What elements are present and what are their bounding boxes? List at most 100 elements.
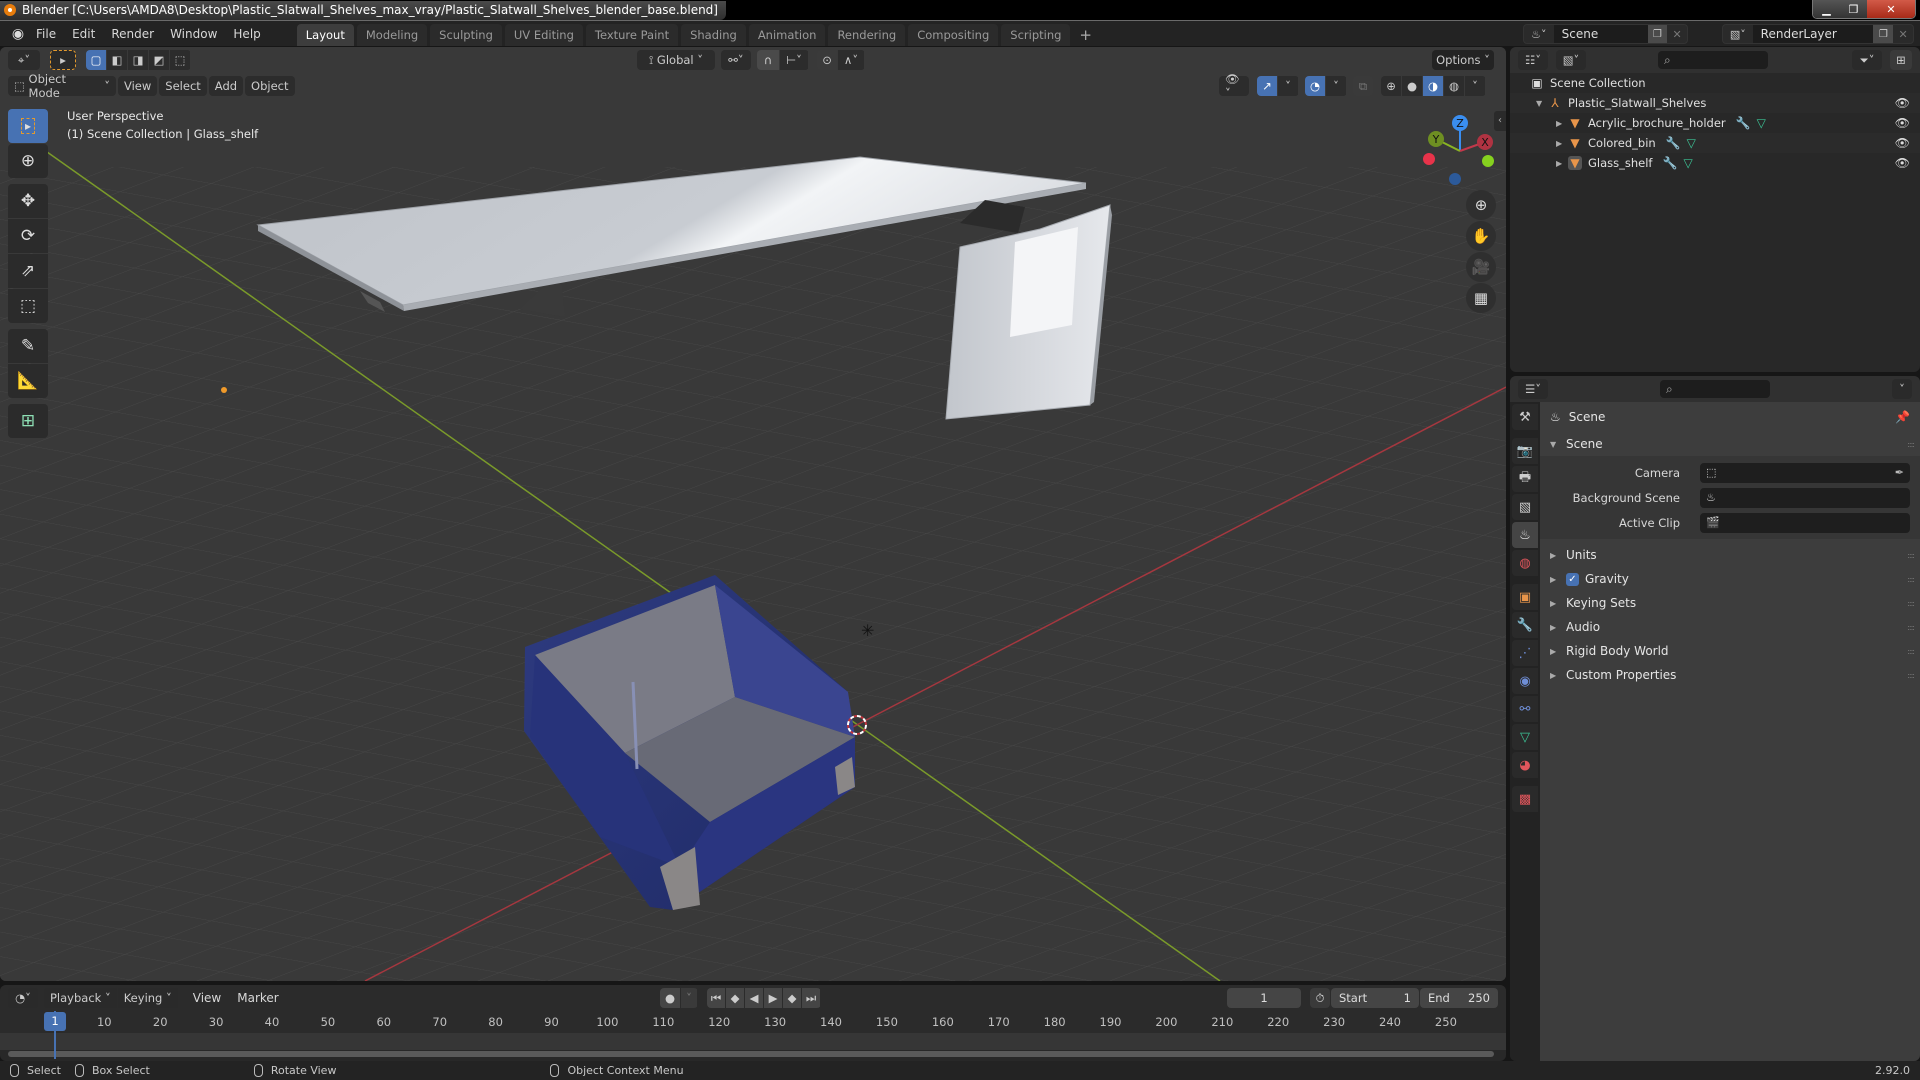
gravity-checkbox[interactable]: ✓ — [1566, 572, 1579, 586]
panel-custom-properties-header[interactable]: ▶ Custom Properties :::: — [1540, 663, 1920, 687]
timeline-editor-type-icon[interactable]: ◔˅ — [8, 988, 38, 1008]
expand-triangle-icon[interactable]: ▼ — [1536, 99, 1548, 108]
select-mode-invert-icon[interactable]: ◩ — [149, 50, 169, 70]
shading-rendered-icon[interactable]: ◍ — [1444, 76, 1464, 96]
tab-texture-icon[interactable]: ▩ — [1512, 786, 1538, 812]
modifier-wrench-icon[interactable]: 🔧 — [1736, 116, 1751, 130]
gizmo-neg-x[interactable] — [1423, 153, 1435, 165]
shading-wireframe-icon[interactable]: ⊕ — [1381, 76, 1401, 96]
outliner-object-row[interactable]: ▶ ▼ Colored_bin 🔧 ▽ 👁 — [1510, 133, 1920, 153]
tab-output-icon[interactable]: 🖶 — [1512, 466, 1538, 492]
visibility-eye-icon[interactable]: 👁 — [1895, 136, 1910, 150]
expand-triangle-icon[interactable]: ▶ — [1556, 159, 1568, 168]
menu-render[interactable]: Render — [103, 22, 162, 46]
editor-type-button[interactable]: ⌖˅ — [8, 50, 40, 70]
drag-grip-icon[interactable]: :::: — [1907, 647, 1915, 656]
transform-orientation-dropdown[interactable]: ⟟ Global ˅ — [637, 50, 715, 70]
background-scene-field[interactable]: ♨ — [1700, 487, 1910, 508]
measure-tool-icon[interactable]: 📐 — [8, 364, 48, 398]
proportional-edit-icon[interactable]: ⊙ — [817, 50, 837, 70]
outliner-search-input[interactable]: ⌕ — [1658, 51, 1768, 69]
new-view-layer-icon[interactable]: ❐ — [1873, 25, 1894, 43]
gizmo-neg-z[interactable] — [1449, 173, 1461, 185]
tab-rendering[interactable]: Rendering — [828, 23, 906, 46]
transform-tool-icon[interactable]: ⬚ — [8, 289, 48, 323]
scene-name[interactable]: Scene — [1553, 25, 1648, 43]
pivot-point-dropdown[interactable]: ⚯˅ — [721, 50, 751, 70]
current-frame-field[interactable]: 1 — [1227, 988, 1301, 1008]
shading-solid-icon[interactable]: ● — [1402, 76, 1422, 96]
outliner-collection-row[interactable]: ▼ ⅄ Plastic_Slatwall_Shelves 👁 — [1510, 93, 1920, 113]
tab-scripting[interactable]: Scripting — [1001, 23, 1071, 46]
annotate-tool-icon[interactable]: ✎ — [8, 329, 48, 363]
eyedropper-icon[interactable]: ✒ — [1895, 466, 1904, 479]
camera-view-icon[interactable]: 🎥 — [1466, 252, 1496, 282]
tab-texture-paint[interactable]: Texture Paint — [585, 23, 679, 46]
menu-help[interactable]: Help — [225, 22, 268, 46]
outliner-scene-collection[interactable]: ▣ Scene Collection — [1510, 73, 1920, 93]
blender-logo-icon[interactable]: ◉ — [8, 24, 28, 44]
shading-material-preview-icon[interactable]: ◑ — [1423, 76, 1443, 96]
timeline-track[interactable] — [0, 1033, 1506, 1050]
tab-data-icon[interactable]: ▽ — [1512, 724, 1538, 750]
end-frame-field[interactable]: End 250 — [1420, 988, 1498, 1008]
viewport-menu-select[interactable]: Select — [159, 76, 207, 96]
viewport-menu-view[interactable]: View — [118, 76, 158, 96]
overlays-dropdown[interactable]: ˅ — [1326, 76, 1346, 96]
panel-gravity-header[interactable]: ▶ ✓ Gravity :::: — [1540, 567, 1920, 591]
visibility-dropdown[interactable]: 👁˅ — [1219, 72, 1249, 100]
preview-range-icon[interactable]: ⏱ — [1310, 988, 1330, 1008]
jump-to-prev-keyframe-icon[interactable]: ◆ — [726, 988, 744, 1008]
outliner-object-row[interactable]: ▶ ▼ Acrylic_brochure_holder 🔧 ▽ 👁 — [1510, 113, 1920, 133]
select-mode-intersect-icon[interactable]: ⬚ — [170, 50, 190, 70]
tab-layout[interactable]: Layout — [296, 23, 354, 46]
auto-keying-dropdown[interactable]: ˅ — [681, 988, 697, 1008]
gizmo-dropdown[interactable]: ˅ — [1278, 76, 1298, 96]
filter-dropdown[interactable]: ⏷˅ — [1852, 50, 1882, 70]
mesh-data-icon[interactable]: ▽ — [1683, 156, 1692, 170]
expand-triangle-icon[interactable]: ▶ — [1556, 139, 1568, 148]
gizmo-toggle-icon[interactable]: ↗ — [1257, 76, 1277, 96]
panel-audio-header[interactable]: ▶ Audio :::: — [1540, 615, 1920, 639]
scene-selector[interactable]: ♨˅ Scene ❐ ✕ — [1523, 24, 1688, 44]
jump-to-next-keyframe-icon[interactable]: ◆ — [783, 988, 801, 1008]
select-mode-new-icon[interactable]: ▢ — [86, 50, 106, 70]
play-reverse-icon[interactable]: ◀ — [745, 988, 763, 1008]
properties-search-input[interactable]: ⌕ — [1660, 380, 1770, 398]
visibility-eye-icon[interactable]: 👁 — [1895, 116, 1910, 130]
delete-scene-icon[interactable]: ✕ — [1667, 25, 1687, 43]
tab-animation[interactable]: Animation — [748, 23, 826, 46]
navigation-gizmo[interactable]: Z Y X — [1415, 109, 1505, 189]
sidebar-toggle-icon[interactable]: ‹ — [1494, 111, 1506, 131]
mesh-data-icon[interactable]: ▽ — [1687, 136, 1696, 150]
timeline-marker-menu[interactable]: Marker — [229, 986, 286, 1010]
new-collection-icon[interactable]: ⊞ — [1890, 50, 1912, 70]
view-layer-selector[interactable]: ▧˅ RenderLayer ❐ ✕ — [1722, 24, 1914, 44]
keying-menu[interactable]: Keying ˅ — [117, 988, 178, 1008]
properties-editor-type-icon[interactable]: ☰˅ — [1518, 379, 1548, 399]
jump-to-end-icon[interactable]: ⏭ — [802, 988, 820, 1008]
camera-field[interactable]: ⬚ ✒ — [1700, 462, 1910, 483]
tab-constraints-icon[interactable]: ⚯ — [1512, 696, 1538, 722]
tab-shading[interactable]: Shading — [681, 23, 746, 46]
pin-icon[interactable]: 📌 — [1895, 410, 1910, 424]
drag-grip-icon[interactable]: :::: — [1907, 575, 1915, 584]
tab-tool-icon[interactable]: ⚒ — [1512, 404, 1538, 430]
outliner-editor-type-icon[interactable]: ☷˅ — [1518, 50, 1548, 70]
view-layer-name[interactable]: RenderLayer — [1752, 25, 1874, 43]
visibility-eye-icon[interactable]: 👁 — [1895, 96, 1910, 110]
timeline-scrollbar[interactable] — [8, 1051, 1494, 1057]
snap-target-dropdown[interactable]: ⊢˅ — [780, 50, 808, 70]
mode-dropdown[interactable]: ⬚ Object Mode ˅ — [8, 72, 116, 100]
xray-toggle-icon[interactable]: ⧉ — [1353, 76, 1373, 96]
tab-modeling[interactable]: Modeling — [356, 23, 428, 46]
pan-view-icon[interactable]: ✋ — [1466, 221, 1496, 251]
select-mode-extend-icon[interactable]: ◧ — [107, 50, 127, 70]
overlays-toggle-icon[interactable]: ◔ — [1305, 76, 1325, 96]
properties-options-dropdown[interactable]: ˅ — [1892, 379, 1912, 399]
drag-grip-icon[interactable]: :::: — [1907, 599, 1915, 608]
tab-sculpting[interactable]: Sculpting — [430, 23, 502, 46]
drag-grip-icon[interactable]: :::: — [1907, 440, 1915, 449]
select-mode-subtract-icon[interactable]: ◨ — [128, 50, 148, 70]
modifier-wrench-icon[interactable]: 🔧 — [1666, 136, 1681, 150]
